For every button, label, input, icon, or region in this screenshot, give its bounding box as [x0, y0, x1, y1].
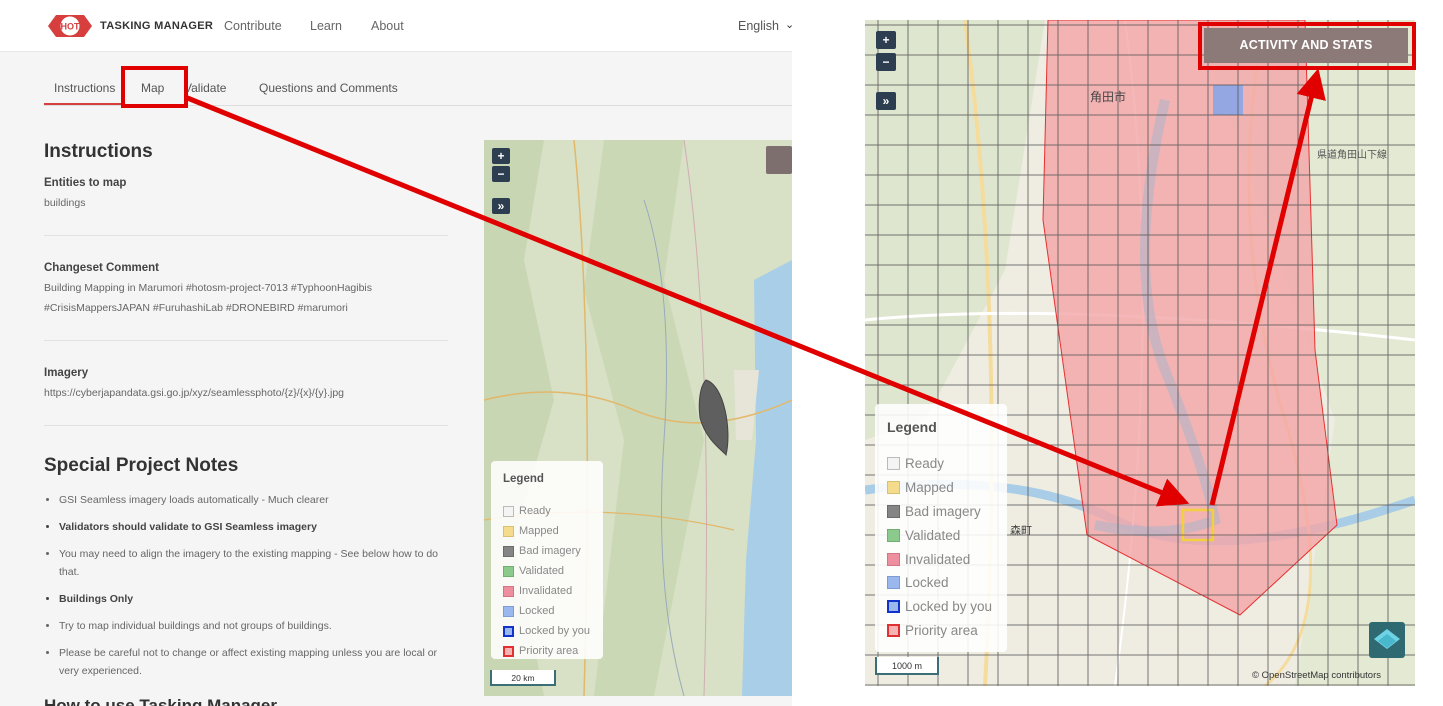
- arrow-task-to-activity: [1209, 68, 1326, 506]
- annotation-arrows: [184, 68, 1326, 507]
- arrow-map-to-task: [184, 94, 1190, 507]
